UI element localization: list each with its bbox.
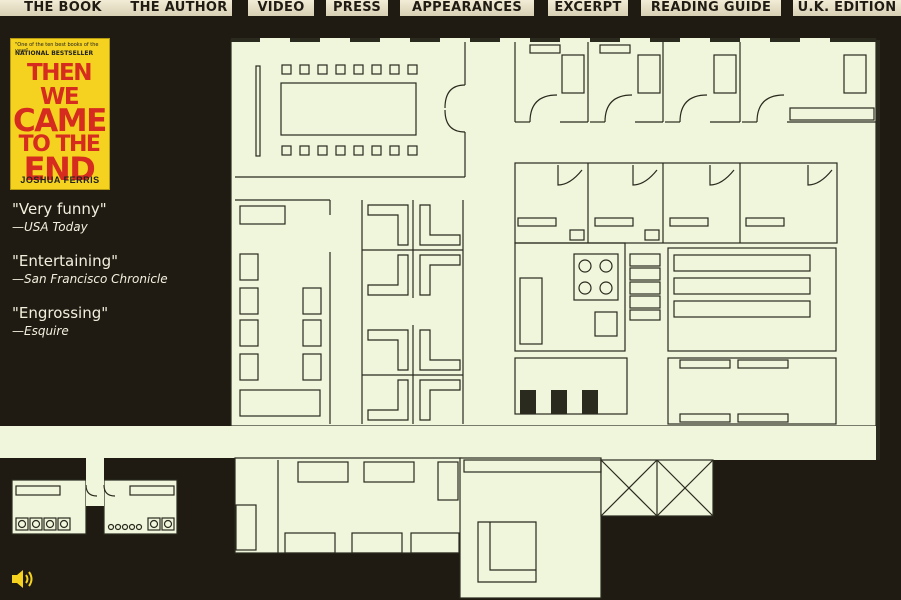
office-floor-plan bbox=[0, 38, 880, 599]
cover-title-line: CAME bbox=[13, 103, 107, 139]
quote-1: "Very funny" bbox=[12, 200, 107, 218]
cover-badge: NATIONAL BESTSELLER bbox=[15, 50, 94, 57]
speaker-icon[interactable] bbox=[10, 567, 36, 591]
cover-title: THEN WE CAME TO THE END bbox=[13, 60, 107, 185]
corridor[interactable] bbox=[0, 426, 235, 458]
restroom-right[interactable] bbox=[103, 479, 178, 535]
quote-source-1: —USA Today bbox=[12, 220, 88, 234]
cover-author: JOSHUA FERRIS bbox=[20, 175, 100, 185]
quote-source-2: —San Francisco Chronicle bbox=[12, 272, 168, 286]
quote-3: "Engrossing" bbox=[12, 304, 109, 322]
quote-2: "Entertaining" bbox=[12, 252, 119, 270]
lower-room[interactable] bbox=[459, 457, 602, 599]
quote-source-3: —Esquire bbox=[12, 324, 69, 338]
book-cover[interactable]: "One of the ten best books of the year" … bbox=[10, 38, 110, 190]
cover-title-line: THEN WE bbox=[27, 60, 92, 110]
restroom-left[interactable] bbox=[11, 479, 87, 535]
